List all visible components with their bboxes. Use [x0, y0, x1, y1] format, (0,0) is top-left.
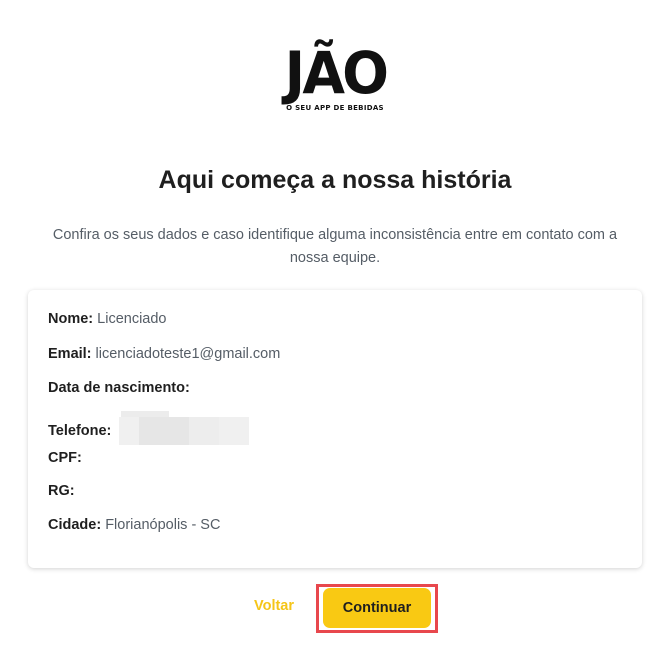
field-label: Nome:: [48, 311, 94, 327]
page-subtitle: Confira os seus dados e caso identifique…: [52, 227, 618, 266]
field-row-rg: RG:: [48, 483, 75, 499]
field-label: Cidade:: [48, 517, 102, 533]
field-row-cpf: CPF:: [48, 450, 82, 466]
field-row-email: Email: licenciadoteste1@gmail.com: [48, 346, 280, 362]
logo: JÃO O SEU APP DE BEBIDAS: [0, 44, 670, 112]
field-label: RG:: [48, 483, 75, 499]
action-bar: Voltar Continuar: [0, 584, 670, 634]
field-row-nascimento: Data de nascimento:: [48, 380, 190, 396]
field-value: Licenciado: [97, 311, 167, 327]
user-data-card: Nome: Licenciado Email: licenciadoteste1…: [28, 290, 642, 568]
logo-wordmark: JÃO: [284, 39, 388, 107]
field-label: CPF:: [48, 450, 82, 466]
field-row-cidade: Cidade: Florianópolis - SC: [48, 517, 220, 533]
redacted-value: [119, 411, 250, 445]
field-value: licenciadoteste1@gmail.com: [95, 346, 281, 362]
continue-button[interactable]: Continuar: [323, 588, 431, 628]
field-label: Telefone:: [48, 422, 112, 439]
field-label: Email:: [48, 346, 92, 362]
field-value: Florianópolis - SC: [105, 517, 221, 533]
field-row-telefone: Telefone:: [48, 411, 250, 448]
back-button[interactable]: Voltar: [254, 598, 294, 614]
page-title: Aqui começa a nossa história: [158, 166, 512, 194]
field-row-nome: Nome: Licenciado: [48, 311, 166, 327]
field-label: Data de nascimento:: [48, 380, 190, 396]
